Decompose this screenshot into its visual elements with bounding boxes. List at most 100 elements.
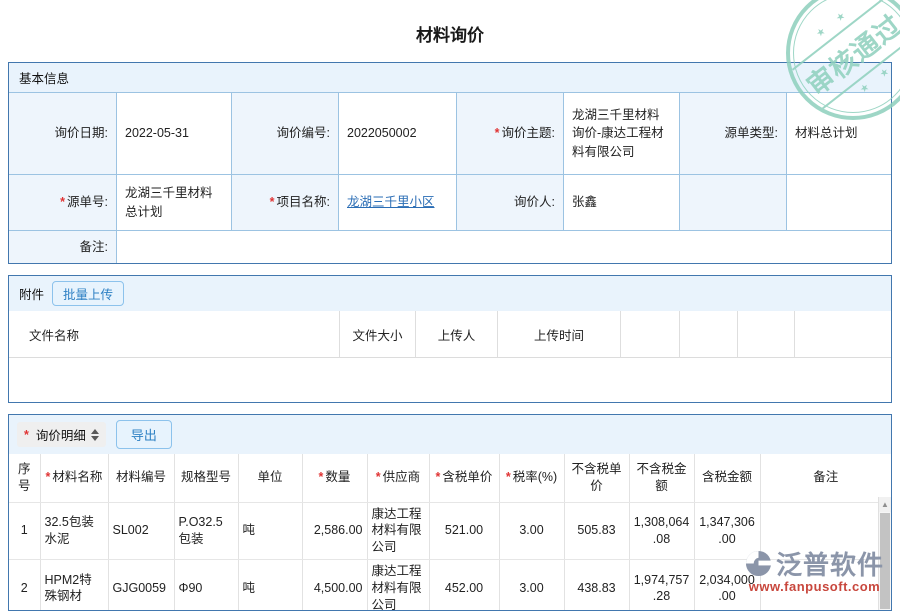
detail-column-header: 规格型号 xyxy=(174,454,238,502)
detail-column-header: 单位 xyxy=(238,454,302,502)
sort-up-icon xyxy=(91,429,99,434)
detail-column-header: *材料名称 xyxy=(40,454,108,502)
required-marker: * xyxy=(24,428,29,442)
detail-column-header: 材料编号 xyxy=(108,454,174,502)
detail-title-box: * 询价明细 xyxy=(17,422,106,447)
detail-toolbar: * 询价明细 导出 xyxy=(9,415,891,454)
inquiry-detail-section: * 询价明细 导出 序号*材料名称材料编号规格型号单位*数量*供应商*含税单价*… xyxy=(8,414,892,611)
field-label: 备注: xyxy=(80,238,108,256)
remark-value xyxy=(116,230,891,263)
detail-table-cell: 3.00 xyxy=(499,560,564,611)
attachments-column-header xyxy=(679,311,737,358)
required-marker: * xyxy=(506,470,511,484)
detail-column-header: 不含税金额 xyxy=(629,454,694,502)
attachments-header-row: 文件名称文件大小上传人上传时间 xyxy=(9,311,891,358)
project-name-cell: 龙湖三千里小区 xyxy=(338,174,456,230)
required-marker: * xyxy=(495,124,500,142)
detail-table-row: 2HPM2特殊钢材GJG0059Φ90吨4,500.00康达工程材料有限公司45… xyxy=(9,560,891,611)
detail-table-cell: 438.83 xyxy=(564,560,629,611)
detail-table-row: 132.5包装水泥SL002P.O32.5包装吨2,586.00康达工程材料有限… xyxy=(9,502,891,560)
detail-table-cell: 1,347,306.00 xyxy=(694,502,760,560)
attachments-column-header xyxy=(620,311,679,358)
project-name-link[interactable]: 龙湖三千里小区 xyxy=(347,193,435,211)
detail-table-cell: HPM2特殊钢材 xyxy=(40,560,108,611)
required-marker: * xyxy=(376,470,381,484)
field-label: 项目名称: xyxy=(277,193,330,211)
detail-column-header: *含税单价 xyxy=(429,454,499,502)
detail-column-header: 备注 xyxy=(760,454,891,502)
detail-column-header: *供应商 xyxy=(367,454,429,502)
detail-table-cell: 1 xyxy=(9,502,40,560)
inquiry-no-value: 2022050002 xyxy=(338,92,456,174)
field-label: 源单类型: xyxy=(725,124,778,142)
required-marker: * xyxy=(319,470,324,484)
basic-info-section: 基本信息 询价日期: 2022-05-31 询价编号: 2022050002 *… xyxy=(8,62,892,264)
attachments-section: 附件 批量上传 文件名称文件大小上传人上传时间 xyxy=(8,275,892,403)
inquirer-value: 张鑫 xyxy=(563,174,679,230)
inquirer-label: 询价人: xyxy=(456,174,563,230)
attachments-column-header: 上传时间 xyxy=(497,311,620,358)
detail-header-row: 序号*材料名称材料编号规格型号单位*数量*供应商*含税单价*税率(%)不含税单价… xyxy=(9,454,891,502)
batch-upload-button[interactable]: 批量上传 xyxy=(52,281,124,306)
field-label: 询价人: xyxy=(514,193,555,211)
field-label: 询价日期: xyxy=(55,124,108,142)
detail-table-cell: 康达工程材料有限公司 xyxy=(367,502,429,560)
detail-table-cell: 505.83 xyxy=(564,502,629,560)
source-no-value: 龙湖三千里材料总计划 xyxy=(116,174,231,230)
detail-table-cell xyxy=(760,560,891,611)
detail-table: 序号*材料名称材料编号规格型号单位*数量*供应商*含税单价*税率(%)不含税单价… xyxy=(9,454,891,611)
scrollbar-thumb[interactable] xyxy=(880,513,890,609)
detail-table-cell: 1,974,757.28 xyxy=(629,560,694,611)
detail-column-header: *数量 xyxy=(302,454,367,502)
detail-table-cell: 2,034,000.00 xyxy=(694,560,760,611)
detail-table-cell: 康达工程材料有限公司 xyxy=(367,560,429,611)
remark-label: 备注: xyxy=(9,230,116,263)
required-marker: * xyxy=(436,470,441,484)
vertical-scrollbar[interactable]: ▲ xyxy=(878,497,891,610)
detail-table-cell: GJG0059 xyxy=(108,560,174,611)
detail-table-cell: 452.00 xyxy=(429,560,499,611)
empty-label-cell xyxy=(679,174,786,230)
inquiry-date-label: 询价日期: xyxy=(9,92,116,174)
detail-table-cell: 521.00 xyxy=(429,502,499,560)
detail-table-cell: 吨 xyxy=(238,502,302,560)
basic-info-header: 基本信息 xyxy=(9,63,891,92)
sort-icon[interactable] xyxy=(91,429,99,441)
attachments-column-header xyxy=(737,311,794,358)
project-name-label: * 项目名称: xyxy=(231,174,338,230)
detail-table-cell: 2,586.00 xyxy=(302,502,367,560)
detail-table-cell: P.O32.5包装 xyxy=(174,502,238,560)
attachments-column-header xyxy=(794,311,891,358)
export-button[interactable]: 导出 xyxy=(116,420,172,449)
inquiry-date-value: 2022-05-31 xyxy=(116,92,231,174)
inquiry-subject-label: * 询价主题: xyxy=(456,92,563,174)
source-type-label: 源单类型: xyxy=(679,92,786,174)
basic-info-title: 基本信息 xyxy=(19,68,69,87)
detail-table-cell: 4,500.00 xyxy=(302,560,367,611)
required-marker: * xyxy=(60,193,65,211)
detail-table-cell xyxy=(760,502,891,560)
detail-column-header: 不含税单价 xyxy=(564,454,629,502)
attachments-header: 附件 批量上传 xyxy=(9,276,891,311)
inquiry-no-label: 询价编号: xyxy=(231,92,338,174)
attachments-column-header: 文件名称 xyxy=(9,311,339,358)
source-type-value: 材料总计划 xyxy=(786,92,891,174)
detail-table-cell: Φ90 xyxy=(174,560,238,611)
detail-table-cell: 32.5包装水泥 xyxy=(40,502,108,560)
empty-value-cell xyxy=(786,174,891,230)
field-label: 询价主题: xyxy=(502,124,555,142)
attachments-column-header: 文件大小 xyxy=(339,311,415,358)
detail-table-cell: 2 xyxy=(9,560,40,611)
detail-table-cell: 吨 xyxy=(238,560,302,611)
field-label: 源单号: xyxy=(67,193,108,211)
source-no-label: * 源单号: xyxy=(9,174,116,230)
detail-table-body: 132.5包装水泥SL002P.O32.5包装吨2,586.00康达工程材料有限… xyxy=(9,502,891,611)
detail-column-header: 含税金额 xyxy=(694,454,760,502)
attachments-column-header: 上传人 xyxy=(415,311,497,358)
detail-table-cell: 1,308,064.08 xyxy=(629,502,694,560)
scroll-up-button[interactable]: ▲ xyxy=(879,497,891,512)
field-label: 询价编号: xyxy=(277,124,330,142)
attachments-title: 附件 xyxy=(19,284,44,303)
basic-info-grid: 询价日期: 2022-05-31 询价编号: 2022050002 * 询价主题… xyxy=(9,92,891,263)
detail-column-header: 序号 xyxy=(9,454,40,502)
